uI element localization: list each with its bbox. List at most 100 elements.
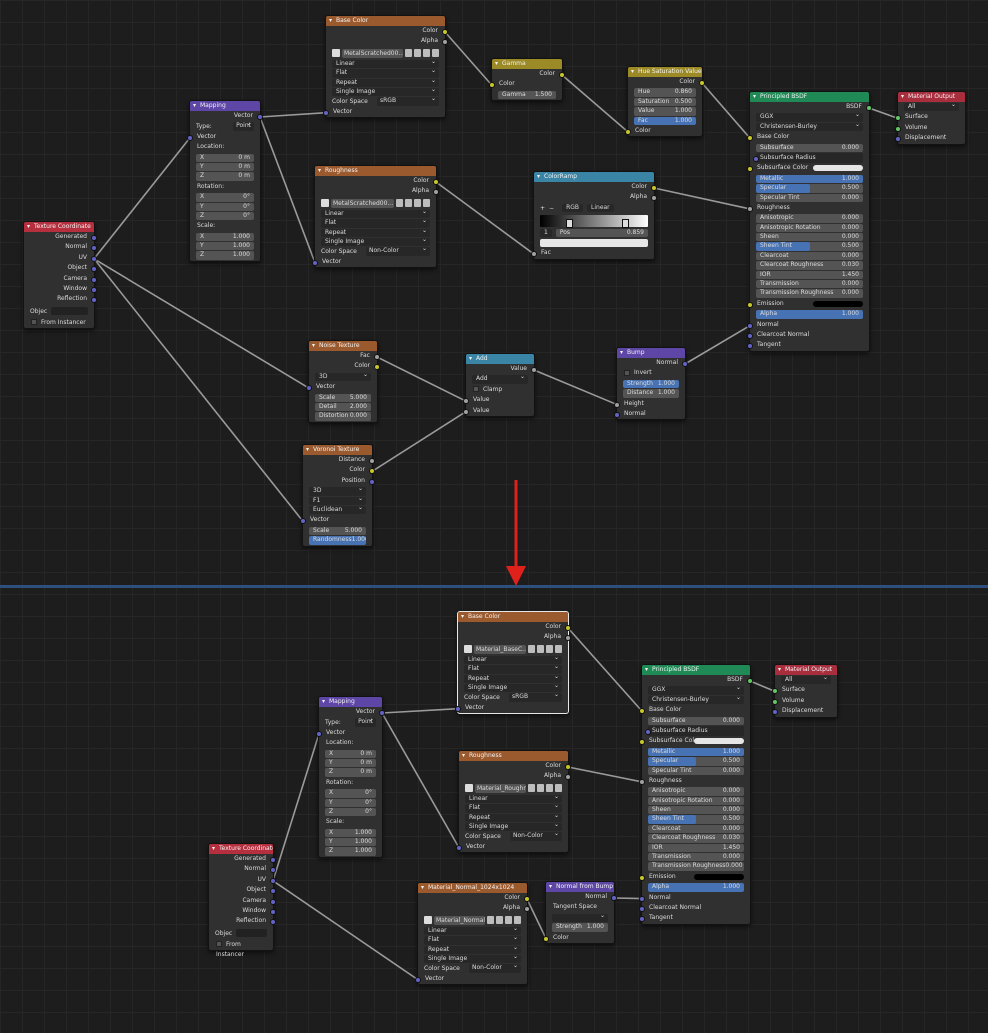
socket-dot[interactable] bbox=[895, 136, 901, 143]
socket-dot[interactable] bbox=[369, 468, 375, 475]
socket-dot[interactable] bbox=[270, 898, 276, 905]
color-ramp-gradient[interactable] bbox=[540, 214, 648, 228]
node-link[interactable] bbox=[371, 410, 467, 473]
sheen-field[interactable]: Sheen 0.000 bbox=[756, 233, 863, 242]
socket-dot[interactable] bbox=[625, 128, 631, 135]
object-field[interactable] bbox=[51, 307, 88, 316]
rotation-x-field[interactable]: X 0° bbox=[196, 193, 254, 202]
image-icon[interactable] bbox=[465, 784, 473, 793]
node-map-top[interactable]: MappingVectorType:PointVectorLocation:X0… bbox=[187, 100, 263, 262]
extension-dropdown[interactable]: Repeat bbox=[464, 674, 562, 683]
location-x-field[interactable]: X 0 m bbox=[196, 153, 254, 162]
color-mode-dropdown[interactable]: RGB bbox=[562, 204, 583, 213]
node-header[interactable]: Hue Saturation Value bbox=[628, 67, 702, 77]
node-voronoi[interactable]: Voronoi TextureDistance Color Position 3DF1… bbox=[300, 444, 375, 547]
stop-color-swatch[interactable] bbox=[540, 238, 648, 248]
socket-dot[interactable] bbox=[639, 708, 645, 715]
remove-stop-button[interactable]: − bbox=[549, 205, 554, 212]
image-icon[interactable] bbox=[321, 199, 329, 208]
detail-field[interactable]: Detail 2.000 bbox=[315, 402, 371, 412]
node-link[interactable] bbox=[684, 324, 751, 365]
image-selector[interactable]: MetalScratched00... bbox=[321, 198, 430, 208]
from-instancer-checkbox[interactable]: From Instancer bbox=[209, 940, 273, 958]
socket-dot[interactable] bbox=[524, 906, 530, 913]
scale-z-field[interactable]: Z 1.000 bbox=[325, 847, 376, 856]
socket-dot[interactable] bbox=[433, 179, 439, 185]
extension-dropdown[interactable]: Repeat bbox=[332, 78, 439, 87]
metallic-field[interactable]: Metallic 1.000 bbox=[756, 174, 863, 184]
subsurface-method-dropdown[interactable]: Christensen-Burley bbox=[648, 695, 744, 705]
stop-controls[interactable]: 1 Pos 0.859 bbox=[540, 229, 648, 238]
socket-dot[interactable] bbox=[374, 354, 380, 360]
dimensions-dropdown[interactable]: 3D bbox=[315, 372, 371, 382]
ior-field[interactable]: IOR 1.450 bbox=[648, 843, 744, 853]
socket-dot[interactable] bbox=[524, 896, 530, 902]
socket-dot[interactable] bbox=[866, 105, 872, 111]
socket-dot[interactable] bbox=[639, 916, 645, 923]
fac-field[interactable]: Fac 1.000 bbox=[634, 116, 696, 125]
node-link[interactable] bbox=[435, 181, 535, 255]
node-rough-top[interactable]: RoughnessColor Alpha MetalScratched00...Li… bbox=[312, 165, 439, 269]
select-value[interactable]: Point bbox=[355, 716, 376, 727]
image-selector[interactable]: Material_Normal... bbox=[424, 915, 521, 925]
node-header[interactable]: Normal from Bump bbox=[546, 882, 614, 892]
node-link[interactable] bbox=[701, 82, 751, 139]
gamma-field[interactable]: Gamma 1.500 bbox=[498, 90, 556, 100]
target-dropdown[interactable]: All bbox=[904, 103, 959, 112]
socket-dot[interactable] bbox=[565, 635, 571, 642]
hue-field[interactable]: Hue 0.860 bbox=[634, 88, 696, 97]
clearcoat-roughness-field[interactable]: Clearcoat Roughness 0.030 bbox=[756, 261, 863, 270]
socket-dot[interactable] bbox=[270, 888, 276, 895]
socket-dot[interactable] bbox=[270, 919, 276, 926]
node-base-bot[interactable]: Base ColorColor Alpha Material_BaseC...Lin… bbox=[455, 611, 571, 715]
randomness-field[interactable]: Randomness1.000 bbox=[309, 536, 366, 545]
node-header[interactable]: Roughness bbox=[315, 166, 436, 176]
scale-x-field[interactable]: X 1.000 bbox=[325, 828, 376, 838]
node-out-top[interactable]: Material OutputAllSurface Volume Displacem… bbox=[895, 91, 966, 145]
transmission-roughness-field[interactable]: Transmission Roughness 0.000 bbox=[648, 862, 744, 871]
socket-dot[interactable] bbox=[369, 458, 375, 464]
copy-icon[interactable] bbox=[414, 49, 421, 58]
socket-dot[interactable] bbox=[270, 908, 276, 915]
object-picker[interactable]: Objec bbox=[215, 929, 267, 938]
node-tc-top[interactable]: Texture CoordinateGenerated Normal UV Objec… bbox=[23, 221, 97, 330]
folder-icon[interactable] bbox=[505, 916, 512, 925]
node-gamma[interactable]: GammaColorColorGamma1.500 bbox=[489, 58, 565, 102]
socket-dot[interactable] bbox=[651, 185, 657, 191]
select-value[interactable]: Point bbox=[233, 120, 254, 131]
socket-dot[interactable] bbox=[369, 478, 375, 485]
anisotropic-rotation-field[interactable]: Anisotropic Rotation 0.000 bbox=[756, 223, 863, 233]
anisotropic-field[interactable]: Anisotropic 0.000 bbox=[756, 214, 863, 223]
dimensions-dropdown[interactable]: 3D bbox=[309, 487, 366, 496]
node-add[interactable]: AddValueAddClampValueValue bbox=[463, 353, 537, 417]
source-dropdown[interactable]: Single Image bbox=[464, 683, 562, 693]
node-bump[interactable]: BumpNormalInvertStrength1.000Distance1.0… bbox=[614, 347, 688, 421]
folder-icon[interactable] bbox=[546, 645, 553, 654]
interpolation-dropdown[interactable]: Linear bbox=[464, 655, 562, 665]
close-icon[interactable] bbox=[514, 916, 521, 925]
node-normal-tex[interactable]: Material_Normal_1024x1024Color Alpha Mater… bbox=[415, 882, 530, 986]
socket-dot[interactable] bbox=[433, 189, 439, 196]
close-icon[interactable] bbox=[432, 49, 439, 58]
projection-dropdown[interactable]: Flat bbox=[465, 804, 562, 813]
socket-dot[interactable] bbox=[772, 709, 778, 716]
image-selector[interactable]: MetalScratched00... bbox=[332, 48, 439, 58]
invert-checkbox[interactable]: Invert bbox=[617, 368, 685, 378]
interpolation-dropdown[interactable]: Linear bbox=[465, 794, 562, 804]
close-icon[interactable] bbox=[555, 645, 562, 654]
ior-field[interactable]: IOR 1.450 bbox=[756, 270, 863, 280]
subsurface-method-dropdown[interactable]: Christensen-Burley bbox=[756, 122, 863, 132]
socket-dot[interactable] bbox=[91, 266, 97, 273]
image-name[interactable]: Material_Normal... bbox=[434, 915, 485, 925]
image-icon[interactable] bbox=[332, 49, 340, 58]
color-space-select[interactable]: Color Space sRGB bbox=[464, 691, 562, 702]
transmission-roughness-field[interactable]: Transmission Roughness 0.000 bbox=[756, 289, 863, 298]
rotation-x-field[interactable]: X 0° bbox=[325, 789, 376, 798]
node-link[interactable] bbox=[259, 111, 327, 118]
node-header[interactable]: Noise Texture bbox=[309, 341, 377, 351]
socket-dot[interactable] bbox=[91, 255, 97, 262]
node-bsdf-bot[interactable]: Principled BSDFBSDF GGXChristensen-Burley… bbox=[639, 664, 753, 925]
location-z-field[interactable]: Z 0 m bbox=[196, 172, 254, 181]
ramp-stop[interactable] bbox=[622, 218, 629, 228]
folder-icon[interactable] bbox=[414, 199, 421, 208]
